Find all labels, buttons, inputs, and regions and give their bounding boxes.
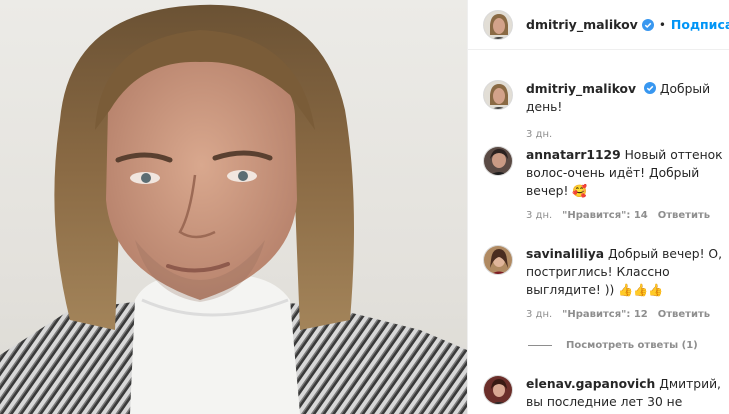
view-replies-button[interactable]: Посмотреть ответы (1) [528, 340, 698, 351]
follow-button[interactable]: Подписаться [671, 17, 729, 32]
replies-divider [528, 345, 552, 346]
comment-timestamp[interactable]: 3 дн. [526, 210, 552, 221]
caption-username[interactable]: dmitriy_malikov [526, 82, 636, 96]
post-side-panel: dmitriy_malikov • Подписаться dmitriy_ma… [467, 0, 729, 414]
reply-button[interactable]: Ответить [658, 210, 710, 221]
post-header: dmitriy_malikov • Подписаться [468, 0, 729, 50]
verified-badge-icon [641, 18, 654, 31]
portrait-image [0, 4, 467, 414]
view-replies-label: Посмотреть ответы (1) [566, 340, 698, 351]
verified-badge-icon [643, 82, 656, 94]
caption-timestamp[interactable]: 3 дн. [526, 129, 552, 140]
separator-dot: • [658, 17, 666, 32]
comment-likes[interactable]: "Нравится": 12 [562, 309, 648, 320]
comment-item: savinaliliya Добрый вечер! О, постриглис… [483, 245, 723, 320]
comment-username[interactable]: annatarr1129 [526, 148, 621, 162]
comment-emoji: 👍👍👍 [618, 283, 664, 297]
comment-item: elenav.gapanovich Дмитрий, вы последние … [483, 375, 723, 414]
comment-likes[interactable]: "Нравится": 14 [562, 210, 648, 221]
commenter-avatar[interactable] [483, 375, 513, 405]
post-caption: dmitriy_malikov Добрый день! 3 дн. [483, 80, 723, 140]
comment-emoji: 🥰 [572, 184, 588, 198]
comment-item: annatarr1129 Новый оттенок волос-очень и… [483, 146, 723, 221]
commenter-avatar[interactable] [483, 245, 513, 275]
post-photo[interactable] [0, 0, 467, 414]
author-username[interactable]: dmitriy_malikov [526, 17, 638, 32]
commenter-avatar[interactable] [483, 146, 513, 176]
reply-button[interactable]: Ответить [658, 309, 710, 320]
comment-username[interactable]: savinaliliya [526, 247, 604, 261]
author-avatar[interactable] [483, 9, 513, 40]
comment-timestamp[interactable]: 3 дн. [526, 309, 552, 320]
caption-author-avatar[interactable] [483, 80, 513, 110]
comment-username[interactable]: elenav.gapanovich [526, 377, 655, 391]
